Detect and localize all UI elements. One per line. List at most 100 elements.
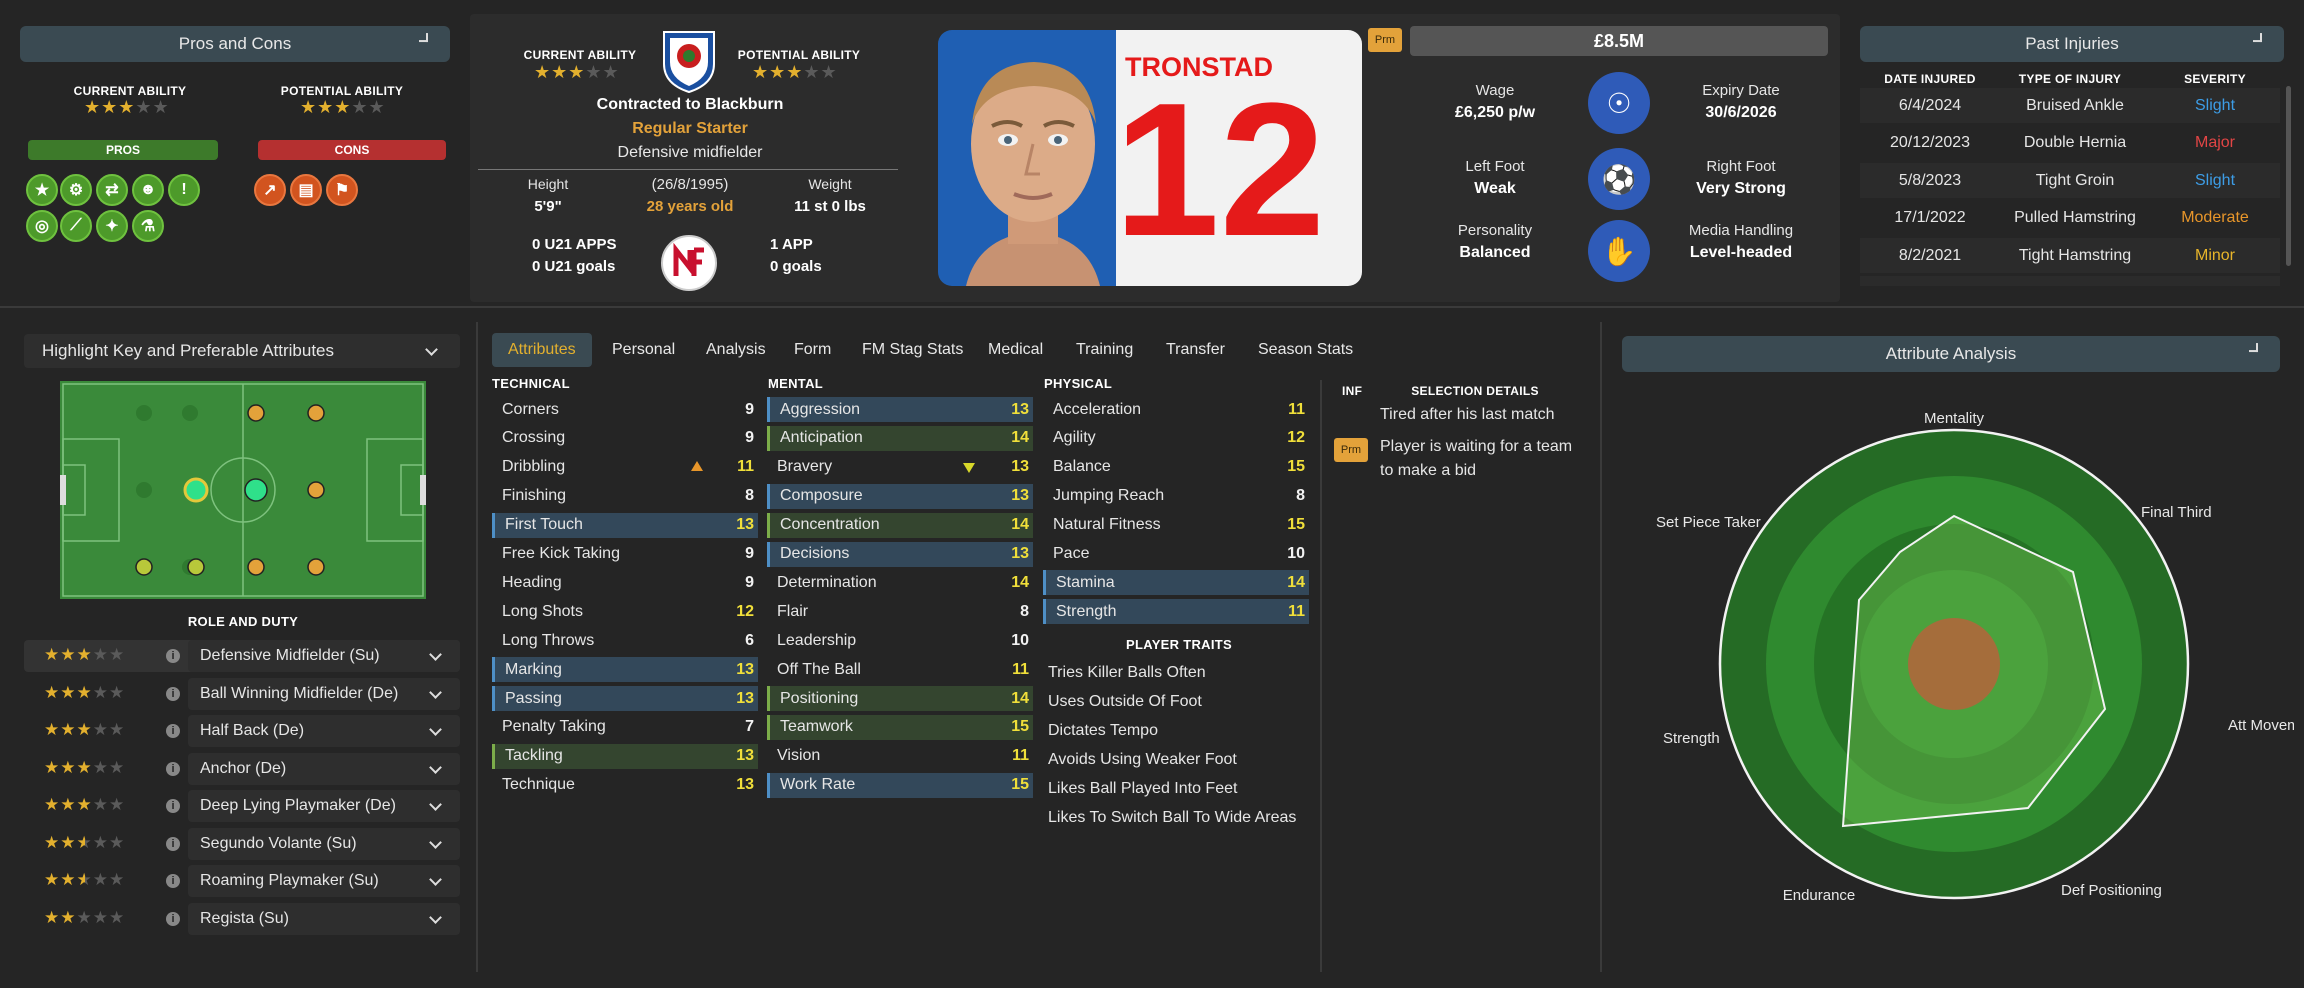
mind-icon[interactable]: ☻ xyxy=(132,174,164,206)
attribute-row[interactable]: Aggression 13 xyxy=(767,397,1033,422)
info-icon[interactable]: i xyxy=(166,761,180,776)
board-icon[interactable]: ▤ xyxy=(290,174,322,206)
role-row[interactable]: ★★★★★ i Ball Winning Midfielder (De) xyxy=(24,677,460,710)
past-injuries-header[interactable]: Past Injuries xyxy=(1860,26,2284,62)
attribute-row[interactable]: Composure 13 xyxy=(767,483,1033,509)
attribute-row[interactable]: Acceleration 11 xyxy=(1043,397,1309,422)
tab-season-stats[interactable]: Season Stats xyxy=(1258,333,1353,367)
role-row[interactable]: ★★★★★ i Regista (Su) xyxy=(24,902,460,935)
attribute-row[interactable]: Anticipation 14 xyxy=(767,425,1033,451)
attribute-row[interactable]: Decisions 13 xyxy=(767,541,1033,567)
injury-row[interactable]: 5/8/2023 Tight Groin Slight xyxy=(1860,163,2280,198)
attribute-row[interactable]: Balance 15 xyxy=(1043,455,1309,480)
attribute-row[interactable]: Work Rate 15 xyxy=(767,772,1033,798)
attribute-row[interactable]: Corners 9 xyxy=(492,397,758,422)
tab-attributes[interactable]: Attributes xyxy=(492,333,592,367)
injury-severity: Minor xyxy=(2194,246,2235,264)
attribute-row[interactable]: Agility 12 xyxy=(1043,426,1309,451)
attribute-row[interactable]: Finishing 8 xyxy=(492,484,758,509)
ball-icon[interactable]: ! xyxy=(168,174,200,206)
tab-personal[interactable]: Personal xyxy=(612,333,675,367)
attribute-row[interactable]: Free Kick Taking 9 xyxy=(492,542,758,567)
attribute-name: Strength xyxy=(1056,602,1117,620)
pitch-diagram[interactable] xyxy=(60,381,426,599)
target-icon[interactable]: ◎ xyxy=(26,210,58,242)
attribute-row[interactable]: Pace 10 xyxy=(1043,542,1309,567)
injury-scrollbar[interactable] xyxy=(2286,86,2291,266)
info-icon[interactable]: i xyxy=(166,911,180,926)
role-dropdown[interactable]: Ball Winning Midfielder (De) xyxy=(188,677,460,710)
star-icon[interactable]: ★ xyxy=(26,174,58,206)
attribute-row[interactable]: Teamwork 15 xyxy=(767,714,1033,740)
role-dropdown[interactable]: Half Back (De) xyxy=(188,715,460,747)
run-icon[interactable]: ✦ xyxy=(96,210,128,242)
attribute-row[interactable]: Vision 11 xyxy=(767,744,1033,769)
attribute-row[interactable]: Penalty Taking 7 xyxy=(492,715,758,740)
attribute-row[interactable]: Off The Ball 11 xyxy=(767,657,1033,682)
attribute-value: 11 xyxy=(1012,747,1029,765)
attribute-analysis-header[interactable]: Attribute Analysis xyxy=(1622,336,2280,372)
attribute-row[interactable]: Positioning 14 xyxy=(767,686,1033,711)
injury-date: 6/4/2024 xyxy=(1898,96,1962,114)
attribute-row[interactable]: Crossing 9 xyxy=(492,426,758,451)
role-row[interactable]: ★★★★★ i Roaming Playmaker (Su) xyxy=(24,865,460,897)
injury-row[interactable]: 20/12/2023 Double Hernia Major xyxy=(1860,125,2280,161)
role-dropdown[interactable]: Defensive Midfielder (Su) xyxy=(188,640,460,672)
attribute-row[interactable]: Long Shots 12 xyxy=(492,599,758,624)
tab-form[interactable]: Form xyxy=(794,333,831,367)
attribute-value: 6 xyxy=(745,631,754,649)
attribute-row[interactable]: Jumping Reach 8 xyxy=(1043,484,1309,509)
attribute-row[interactable]: First Touch 13 xyxy=(492,512,758,538)
role-dropdown[interactable]: Deep Lying Playmaker (De) xyxy=(188,790,460,822)
tab-medical[interactable]: Medical xyxy=(988,333,1043,367)
attribute-row[interactable]: Determination 14 xyxy=(767,570,1033,595)
tab-analysis[interactable]: Analysis xyxy=(706,333,766,367)
boot-icon[interactable]: ⟋ xyxy=(60,210,92,242)
attribute-row[interactable]: Dribbling 11 xyxy=(492,455,758,480)
role-row[interactable]: ★★★★★ i Half Back (De) xyxy=(24,715,460,747)
role-row[interactable]: ★★★★★ i Defensive Midfielder (Su) xyxy=(24,640,460,672)
tab-fm-stag-stats[interactable]: FM Stag Stats xyxy=(862,333,963,367)
role-dropdown[interactable]: Regista (Su) xyxy=(188,902,460,935)
role-row[interactable]: ★★★★★ i Deep Lying Playmaker (De) xyxy=(24,790,460,822)
highlight-header[interactable]: Highlight Key and Preferable Attributes xyxy=(24,334,460,368)
attribute-row[interactable]: Tackling 13 xyxy=(492,743,758,769)
role-dropdown[interactable]: Anchor (De) xyxy=(188,752,460,785)
attribute-row[interactable]: Strength 11 xyxy=(1043,599,1309,625)
role-row[interactable]: ★★★★★ i Segundo Volante (Su) xyxy=(24,827,460,860)
tab-training[interactable]: Training xyxy=(1076,333,1133,367)
pros-cons-header[interactable]: Pros and Cons xyxy=(20,26,450,62)
chevron-down-icon xyxy=(429,648,442,661)
injury-row[interactable]: 17/1/2022 Pulled Hamstring Moderate xyxy=(1860,200,2280,236)
attribute-row[interactable]: Passing 13 xyxy=(492,686,758,711)
attribute-row[interactable]: Long Throws 6 xyxy=(492,628,758,653)
attribute-row[interactable]: Concentration 14 xyxy=(767,512,1033,538)
attribute-row[interactable]: Marking 13 xyxy=(492,657,758,683)
attribute-row[interactable]: Natural Fitness 15 xyxy=(1043,513,1309,538)
trend-icon[interactable]: ↗ xyxy=(254,174,286,206)
attribute-row[interactable]: Bravery 13 xyxy=(767,455,1033,480)
attribute-row[interactable]: Leadership 10 xyxy=(767,628,1033,653)
injury-row[interactable]: 8/2/2021 Tight Hamstring Minor xyxy=(1860,238,2280,273)
injury-row[interactable]: 6/4/2024 Bruised Ankle Slight xyxy=(1860,88,2280,123)
injury-date: 5/8/2023 xyxy=(1898,171,1962,189)
set-piece-icon[interactable]: ⚑ xyxy=(326,174,358,206)
pass-icon[interactable]: ⇄ xyxy=(96,174,128,206)
attribute-row[interactable]: Heading 9 xyxy=(492,570,758,595)
attribute-row[interactable]: Technique 13 xyxy=(492,773,758,798)
attribute-row[interactable]: Stamina 14 xyxy=(1043,570,1309,596)
right-foot-value: Very Strong xyxy=(1696,180,1786,197)
info-icon[interactable]: i xyxy=(166,874,180,888)
role-dropdown[interactable]: Segundo Volante (Su) xyxy=(188,827,460,860)
attribute-row[interactable]: Flair 8 xyxy=(767,599,1033,624)
info-icon[interactable]: i xyxy=(166,799,180,813)
team-icon[interactable]: ⚙ xyxy=(60,174,92,206)
role-dropdown[interactable]: Roaming Playmaker (Su) xyxy=(188,865,460,897)
info-icon[interactable]: i xyxy=(166,836,180,851)
role-row[interactable]: ★★★★★ i Anchor (De) xyxy=(24,752,460,785)
info-icon[interactable]: i xyxy=(166,649,180,663)
flask-icon[interactable]: ⚗ xyxy=(132,210,164,242)
info-icon[interactable]: i xyxy=(166,686,180,701)
tab-transfer[interactable]: Transfer xyxy=(1166,333,1225,367)
info-icon[interactable]: i xyxy=(166,724,180,738)
